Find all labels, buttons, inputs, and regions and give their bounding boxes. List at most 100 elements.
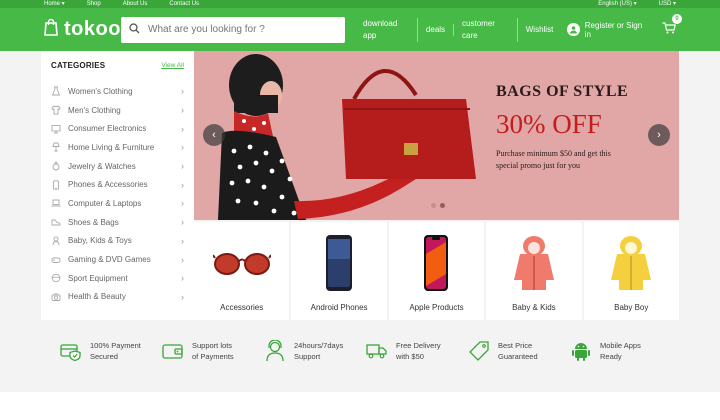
camera-icon (51, 292, 61, 302)
category-item[interactable]: Phones & Accessories › (51, 175, 184, 194)
feature-item: 100% Payment Secured (60, 340, 162, 362)
logo[interactable]: tokoo (44, 18, 121, 41)
banner-subtitle: Purchase minimum $50 and get this specia… (496, 149, 611, 170)
carousel-dot-active[interactable] (440, 203, 445, 208)
language-selector[interactable]: English (US) ▾ (598, 0, 636, 8)
feature-line2: with $50 (396, 352, 424, 361)
footer-strip (0, 392, 720, 420)
shopping-bag-icon (44, 18, 58, 41)
signin-label: Register or Sign in (584, 20, 643, 39)
hero-banner[interactable]: BAGS OF STYLE 30% OFF Purchase minimum $… (194, 51, 679, 220)
view-all-link[interactable]: View All (161, 62, 184, 69)
product-card-android-phones[interactable]: Android Phones (291, 222, 387, 320)
android-icon (570, 340, 592, 362)
search-icon[interactable] (129, 21, 140, 39)
topbar-contact-link[interactable]: Contact Us (169, 0, 199, 8)
sunglasses-icon (212, 233, 271, 293)
chevron-right-icon: › (181, 179, 184, 190)
product-label: Baby Boy (614, 303, 649, 312)
product-card-apple-products[interactable]: Apple Products (388, 222, 485, 320)
category-label: Computer & Laptops (68, 198, 142, 208)
iphone-icon (423, 233, 449, 293)
search-input[interactable] (148, 24, 338, 35)
customer-care-link[interactable]: customer care (454, 17, 518, 42)
carousel-next-button[interactable]: › (648, 124, 670, 146)
product-label: Accessories (220, 303, 264, 312)
category-label: Health & Beauty (68, 292, 126, 302)
category-label: Home Living & Furniture (68, 142, 155, 152)
lamp-icon (51, 142, 61, 152)
phone-icon (51, 180, 61, 190)
category-item[interactable]: Consumer Electronics › (51, 119, 184, 138)
cart-button[interactable]: 0 (662, 13, 682, 39)
features-row: 100% Payment Secured Support lots of Payme… (0, 340, 720, 362)
feature-line1: Mobile Apps (600, 341, 641, 350)
feature-line2: Guaranteed (498, 352, 538, 361)
product-card-accessories[interactable]: Accessories (194, 222, 290, 320)
category-label: Gaming & DVD Games (68, 255, 151, 265)
topbar-home-link[interactable]: Home ▾ (44, 0, 65, 8)
category-item[interactable]: Home Living & Furniture › (51, 138, 184, 157)
category-label: Phones & Accessories (68, 180, 148, 190)
cart-count-badge: 0 (672, 13, 682, 24)
wallet-icon (162, 340, 184, 362)
download-app-link[interactable]: download app (355, 17, 418, 42)
category-item[interactable]: Gaming & DVD Games › (51, 250, 184, 269)
product-label: Apple Products (409, 303, 464, 312)
carousel-dot[interactable] (431, 203, 436, 208)
deals-link[interactable]: deals (418, 23, 455, 36)
category-item[interactable]: Shoes & Bags › (51, 213, 184, 232)
feature-line2: Support (294, 352, 321, 361)
product-card-baby-boy[interactable]: Baby Boy (583, 222, 679, 320)
category-item[interactable]: Baby, Kids & Toys › (51, 232, 184, 251)
chevron-right-icon: › (181, 161, 184, 172)
feature-item: Support lots of Payments (162, 340, 264, 362)
product-card-baby-kids[interactable]: Baby & Kids (486, 222, 582, 320)
chevron-right-icon: › (181, 86, 184, 97)
dress-icon (51, 86, 61, 96)
topbar-shop-link[interactable]: Shop (87, 0, 101, 8)
product-label: Baby & Kids (512, 303, 556, 312)
feature-line1: Free Delivery (396, 341, 441, 350)
category-label: Men's Clothing (68, 105, 121, 115)
chevron-right-icon: › (181, 198, 184, 209)
category-item[interactable]: Jewelry & Watches › (51, 157, 184, 176)
category-label: Shoes & Bags (68, 217, 119, 227)
baby-icon (51, 236, 61, 246)
shield-icon (60, 340, 82, 362)
feature-line2: Secured (90, 352, 118, 361)
top-bar: Home ▾ Shop About Us Contact Us English … (0, 0, 720, 8)
monitor-icon (51, 124, 61, 134)
category-item[interactable]: Computer & Laptops › (51, 194, 184, 213)
chevron-right-icon: › (181, 105, 184, 116)
category-item[interactable]: Health & Beauty › (51, 288, 184, 307)
pink-jacket-icon (512, 233, 556, 293)
main-header: tokoo download app deals customer care W… (0, 8, 720, 51)
category-label: Consumer Electronics (68, 124, 147, 134)
category-item[interactable]: Women's Clothing › (51, 82, 184, 101)
chevron-left-icon: ‹ (212, 129, 216, 141)
signin-link[interactable]: Register or Sign in (567, 21, 648, 39)
feature-line1: 100% Payment (90, 341, 141, 350)
ring-icon (51, 161, 61, 171)
feature-item: Free Delivery with $50 (366, 340, 468, 362)
chevron-right-icon: › (181, 273, 184, 284)
topbar-about-link[interactable]: About Us (123, 0, 148, 8)
chevron-right-icon: › (181, 254, 184, 265)
logo-text: tokoo (64, 18, 121, 40)
wishlist-link[interactable]: Wishlist (518, 24, 562, 36)
shirt-icon (51, 105, 61, 115)
currency-selector[interactable]: USD ▾ (659, 0, 676, 8)
banner-title: BAGS OF STYLE (496, 83, 629, 100)
banner-image (218, 54, 476, 220)
laptop-icon (51, 198, 61, 208)
chevron-right-icon: › (181, 123, 184, 134)
category-item[interactable]: Sport Equipment › (51, 269, 184, 288)
feature-item: 24hours/7days Support (264, 340, 366, 362)
category-label: Sport Equipment (68, 273, 128, 283)
search-box[interactable] (121, 16, 346, 43)
feature-line1: Support lots (192, 341, 233, 350)
categories-sidebar: CATEGORIES View All Women's Clothing › Men… (41, 51, 194, 320)
category-item[interactable]: Men's Clothing › (51, 101, 184, 120)
carousel-prev-button[interactable]: ‹ (203, 124, 225, 146)
